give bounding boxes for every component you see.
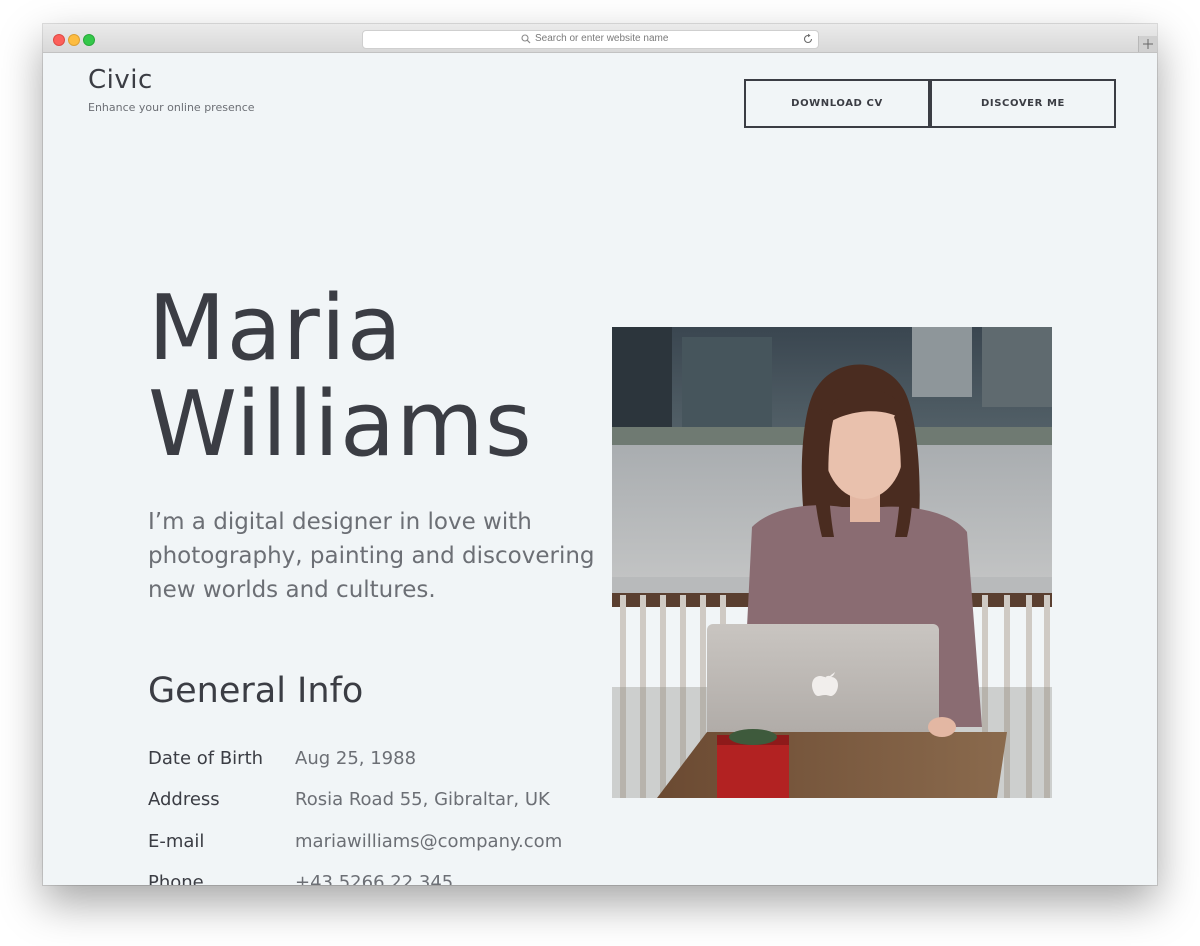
info-row-date-of-birth: Date of Birth Aug 25, 1988 — [148, 748, 608, 778]
info-value[interactable]: +43 5266 22 345 — [295, 872, 453, 885]
address-bar-placeholder: Search or enter website name — [535, 33, 669, 44]
hero-name: Maria Williams — [148, 281, 533, 473]
plus-icon — [1143, 39, 1153, 49]
discover-me-button[interactable]: DISCOVER ME — [930, 79, 1116, 128]
page-content: Civic Enhance your online presence DOWNL… — [43, 53, 1157, 885]
hero-bio: I’m a digital designer in love with phot… — [148, 509, 595, 603]
hero-name-first: Maria — [148, 276, 403, 381]
download-cv-button[interactable]: DOWNLOAD CV — [744, 79, 930, 128]
search-icon — [521, 34, 531, 44]
reload-icon[interactable] — [802, 33, 814, 45]
info-label: Phone — [148, 872, 204, 885]
profile-photo — [612, 327, 1052, 798]
info-row-address: Address Rosia Road 55, Gibraltar, UK — [148, 789, 608, 819]
minimize-window-button[interactable] — [68, 34, 80, 46]
info-row-phone: Phone +43 5266 22 345 — [148, 872, 608, 885]
info-label: Date of Birth — [148, 748, 264, 769]
maximize-window-button[interactable] — [83, 34, 95, 46]
info-label: Address — [148, 789, 220, 810]
address-bar[interactable]: Search or enter website name — [362, 30, 819, 49]
close-window-button[interactable] — [53, 34, 65, 46]
info-value: Aug 25, 1988 — [295, 748, 417, 769]
profile-photo-illustration — [612, 327, 1052, 798]
brand-tagline: Enhance your online presence — [88, 101, 255, 114]
general-info-heading: General Info — [148, 671, 364, 711]
info-row-email: E-mail mariawilliams@company.com — [148, 831, 608, 861]
hero-name-last: Williams — [148, 372, 533, 477]
brand-title[interactable]: Civic — [88, 65, 153, 95]
browser-titlebar: Search or enter website name — [43, 24, 1157, 53]
browser-window: Search or enter website name Civic Enhan… — [43, 24, 1157, 885]
info-label: E-mail — [148, 831, 205, 852]
info-value[interactable]: mariawilliams@company.com — [295, 831, 562, 852]
info-value: Rosia Road 55, Gibraltar, UK — [295, 789, 550, 810]
new-tab-button[interactable] — [1138, 36, 1157, 52]
